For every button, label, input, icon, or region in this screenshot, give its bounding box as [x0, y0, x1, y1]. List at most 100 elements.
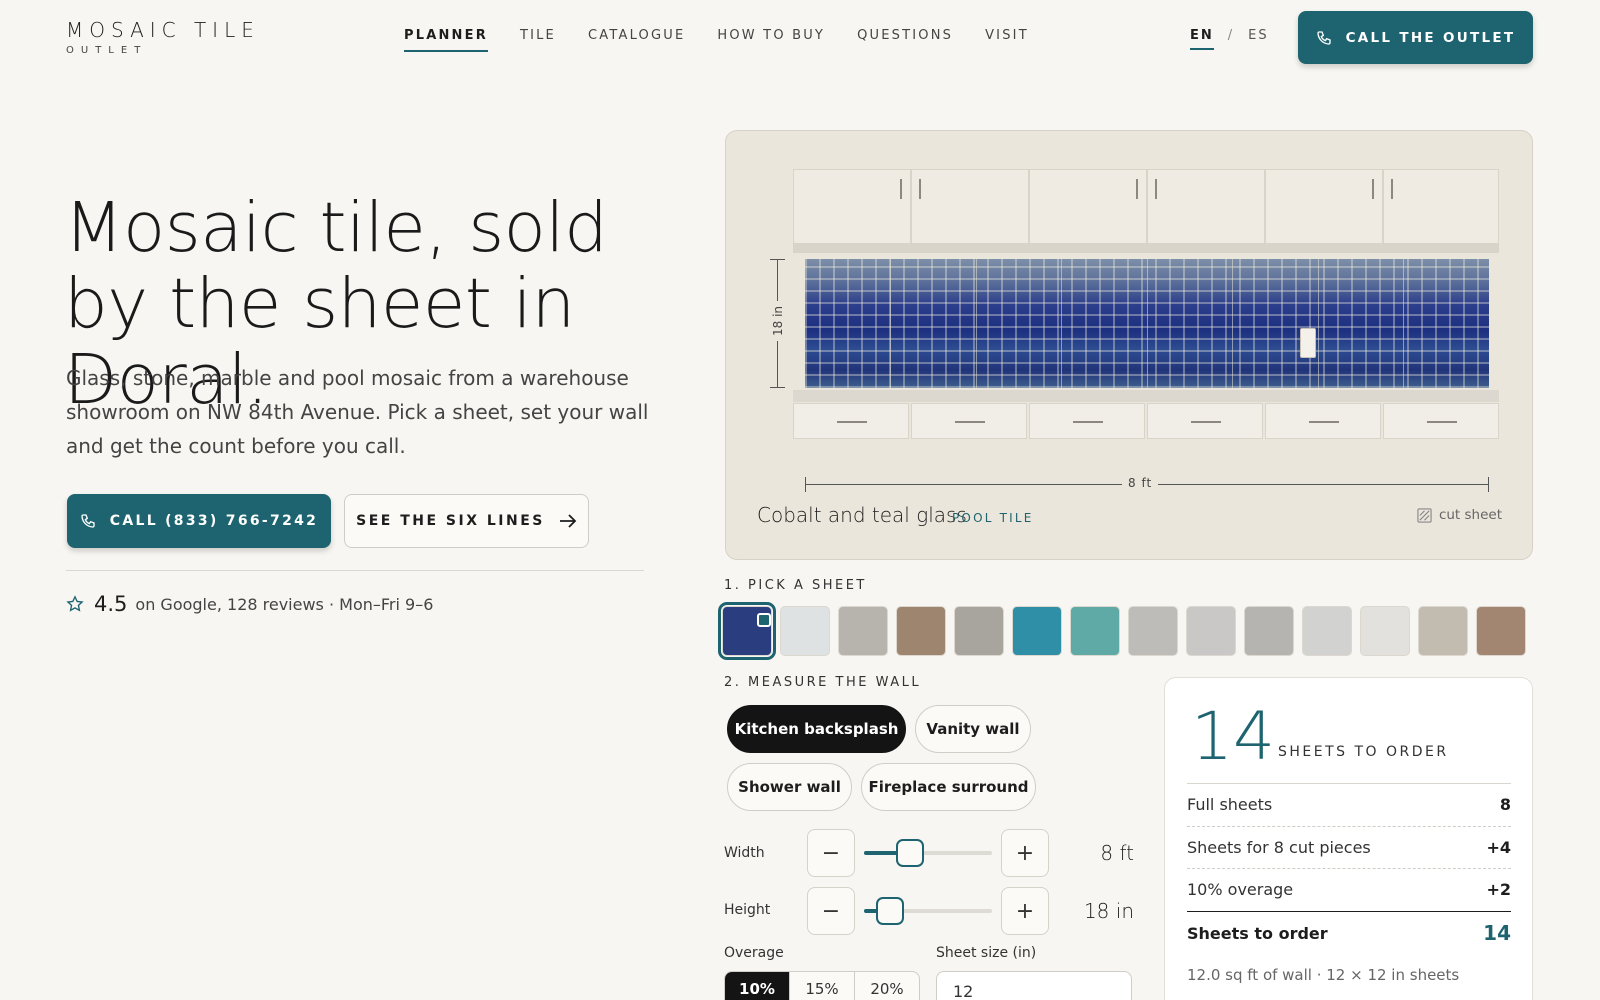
cabinet-handle [900, 179, 902, 199]
swatch-hexagon-grey[interactable] [1186, 606, 1236, 656]
see-lines-label: SEE THE SIX LINES [356, 513, 545, 529]
swatch-teal-pool[interactable] [1012, 606, 1062, 656]
preset-fireplace-surround[interactable]: Fireplace surround [861, 763, 1036, 811]
brand-name: MOSAIC TILE [66, 18, 260, 42]
summary-footnote: 12.0 sq ft of wall · 12 × 12 in sheets [1187, 966, 1460, 984]
phone-icon [81, 514, 95, 528]
drawer-pull [837, 421, 867, 423]
call-phone-button[interactable]: CALL (833) 766-7242 [67, 494, 331, 548]
overage-option-20[interactable]: 20% [855, 972, 919, 1000]
summary-row: Full sheets 8 [1187, 795, 1511, 814]
nav-questions[interactable]: QUESTIONS [857, 28, 953, 52]
hero-description: Glass, stone, marble and pool mosaic fro… [66, 366, 649, 458]
call-phone-label: CALL (833) 766-7242 [109, 513, 319, 529]
arrow-right-icon [559, 514, 577, 528]
pick-sheet-label: 1. PICK A SHEET [724, 578, 867, 593]
swatch-white-marble[interactable] [780, 606, 830, 656]
summary-row-label: Sheets for 8 cut pieces [1187, 838, 1371, 857]
summary-total-row: Sheets to order 14 [1187, 921, 1511, 945]
swatch-grey-brick[interactable] [954, 606, 1004, 656]
width-slider-thumb[interactable] [896, 839, 924, 867]
dimension-cap [805, 477, 806, 492]
height-slider[interactable] [864, 897, 992, 925]
call-outlet-button[interactable]: CALL THE OUTLET [1298, 11, 1533, 64]
width-dimension-label: 8 ft [1122, 476, 1159, 490]
lang-es[interactable]: ES [1248, 28, 1268, 50]
width-increment-button[interactable]: + [1001, 829, 1049, 877]
outlet-icon [1300, 328, 1316, 358]
drawer [1383, 403, 1499, 439]
sheets-count: 14 [1191, 698, 1275, 775]
swatch-chevron-grey[interactable] [1244, 606, 1294, 656]
tile-category: POOL TILE [952, 511, 1034, 525]
sheet-seam [1147, 259, 1148, 388]
divider [1187, 783, 1511, 784]
nav-how-to-buy[interactable]: HOW TO BUY [717, 28, 825, 52]
lang-en[interactable]: EN [1190, 28, 1214, 50]
swatch-grey-stone-strip[interactable] [838, 606, 888, 656]
swatch-cobalt-glass[interactable] [718, 602, 776, 660]
swatch-rustic-stone[interactable] [896, 606, 946, 656]
height-label: Height [724, 902, 771, 918]
swatch-herringbone-grey[interactable] [1128, 606, 1178, 656]
overage-option-15[interactable]: 15% [790, 972, 855, 1000]
brand-logo[interactable]: MOSAIC TILE OUTLET [66, 18, 260, 56]
upper-cabinet [793, 169, 911, 245]
sheet-seam [1232, 259, 1233, 388]
upper-cabinet [1147, 169, 1265, 245]
width-decrement-button[interactable]: − [807, 829, 855, 877]
sheet-size-label: Sheet size (in) [936, 945, 1037, 961]
nav-catalogue[interactable]: CATALOGUE [588, 28, 685, 52]
preset-kitchen-backsplash[interactable]: Kitchen backsplash [727, 705, 906, 753]
phone-icon [1316, 30, 1331, 45]
upper-cabinet [1265, 169, 1383, 245]
language-switcher: EN / ES [1190, 28, 1269, 50]
swatch-herringbone-white[interactable] [1360, 606, 1410, 656]
height-slider-thumb[interactable] [876, 897, 904, 925]
height-value: 18 in [1083, 899, 1134, 923]
dimension-cap [770, 259, 785, 260]
measure-wall-label: 2. MEASURE THE WALL [724, 675, 922, 690]
height-increment-button[interactable]: + [1001, 887, 1049, 935]
star-icon [66, 595, 84, 612]
sheet-size-input[interactable]: 12 [936, 971, 1132, 1000]
drawer-pull [1427, 421, 1457, 423]
drawer-pull [955, 421, 985, 423]
swatch-woven-brown[interactable] [1476, 606, 1526, 656]
preset-vanity-wall[interactable]: Vanity wall [915, 705, 1031, 753]
tile-name: Cobalt and teal glass [757, 503, 967, 527]
width-slider[interactable] [864, 839, 992, 867]
summary-row-label: 10% overage [1187, 880, 1294, 899]
drawer [1265, 403, 1381, 439]
height-dimension-label: 18 in [771, 301, 785, 341]
cabinet-handle [1155, 179, 1157, 199]
drawer [1029, 403, 1145, 439]
summary-row-value: +2 [1486, 880, 1511, 899]
sheet-seam [1318, 259, 1319, 388]
nav-tile[interactable]: TILE [520, 28, 556, 52]
see-lines-button[interactable]: SEE THE SIX LINES [344, 494, 589, 548]
divider [1187, 868, 1511, 869]
width-value: 8 ft [1100, 841, 1134, 865]
swatch-aqua-glass[interactable] [1070, 606, 1120, 656]
swatch-lattice-white[interactable] [1302, 606, 1352, 656]
summary-row-label: Full sheets [1187, 795, 1273, 814]
cut-sheet-link[interactable]: cut sheet [1417, 507, 1502, 523]
google-rating: 4.5 on Google, 128 reviews · Mon–Fri 9–6 [66, 592, 433, 616]
nav-visit[interactable]: VISIT [985, 28, 1029, 52]
summary-row: Sheets for 8 cut pieces +4 [1187, 838, 1511, 857]
overage-option-10[interactable]: 10% [725, 972, 790, 1000]
cabinet-shadow [793, 243, 1499, 253]
cabinet-handle [1391, 179, 1393, 199]
brand-subtitle: OUTLET [66, 45, 148, 56]
sheet-seam [1061, 259, 1062, 388]
divider [1187, 911, 1511, 912]
overage-label: Overage [724, 945, 784, 961]
overage-selector: 10% 15% 20% [724, 971, 920, 1000]
preset-shower-wall[interactable]: Shower wall [727, 763, 852, 811]
sheets-count-label: SHEETS TO ORDER [1278, 744, 1449, 760]
nav-planner[interactable]: PLANNER [404, 28, 488, 52]
swatch-diagonal-stone[interactable] [1418, 606, 1468, 656]
lang-separator: / [1227, 28, 1235, 43]
height-decrement-button[interactable]: − [807, 887, 855, 935]
